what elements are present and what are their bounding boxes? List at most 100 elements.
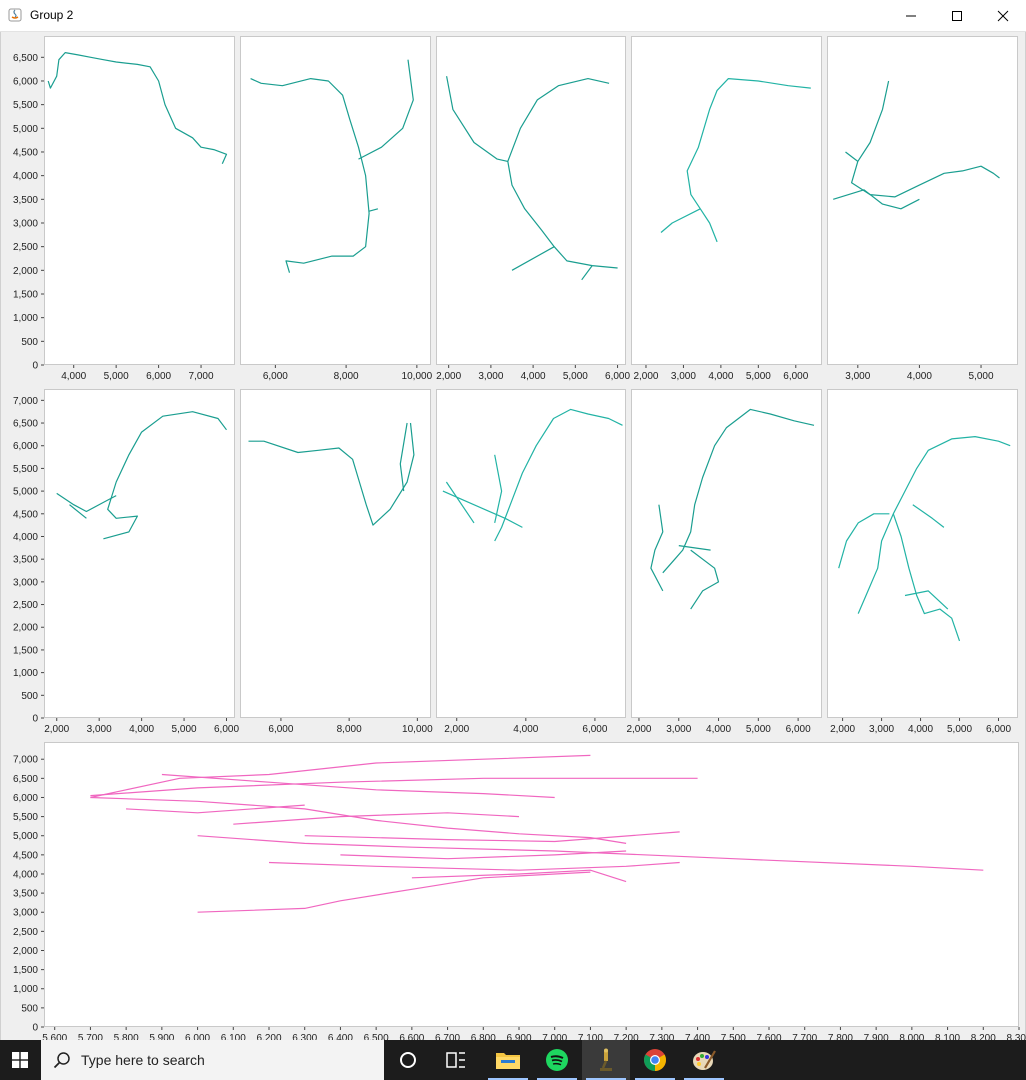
x-tick-label: 3,000: [478, 371, 503, 382]
x-tick-label: 3,000: [845, 371, 870, 382]
trajectory-line: [851, 80, 1000, 198]
x-tick-label: 4,000: [908, 724, 933, 735]
x-tick-label: 5,000: [563, 371, 588, 382]
x-tick-label: 7,000: [542, 1033, 567, 1040]
x-tick-label: 6,400: [328, 1033, 353, 1040]
x-tick-label: 5,000: [746, 724, 771, 735]
y-tick-label: 500: [21, 337, 38, 348]
start-button[interactable]: [0, 1040, 40, 1080]
chart-r1c5: 3,000 4,000 5,000: [833, 80, 1000, 382]
trajectory-line: [904, 590, 949, 610]
x-tick-label: 3,000: [666, 724, 691, 735]
x-tick-label: 2,000: [44, 724, 69, 735]
trajectory-line: [662, 408, 815, 574]
minimize-button[interactable]: [888, 0, 934, 31]
taskbar-chrome[interactable]: [631, 1040, 679, 1080]
task-view-button[interactable]: [432, 1040, 480, 1080]
trajectory-line: [511, 246, 555, 271]
x-tick-label: 6,000: [986, 724, 1011, 735]
trajectory-line: [857, 436, 1011, 614]
cortana-button[interactable]: [384, 1040, 432, 1080]
trajectory-line: [845, 151, 859, 162]
chart-r2c3: 2,000 4,000 6,000: [442, 408, 623, 735]
x-tick-label: 2,000: [436, 371, 461, 382]
trajectory-line: [248, 422, 415, 526]
x-tick-label: 6,000: [605, 371, 630, 382]
x-tick-label: 7,700: [792, 1033, 817, 1040]
trajectory-line: [197, 871, 591, 913]
y-tick-label: 2,000: [13, 266, 38, 277]
trajectory-line: [660, 208, 701, 233]
trajectory-line: [494, 408, 623, 542]
y-tick-label: 6,500: [13, 774, 38, 785]
x-tick-label: 4,000: [907, 371, 932, 382]
y-tick-label: 3,500: [13, 555, 38, 566]
x-tick-label: 6,200: [256, 1033, 281, 1040]
y-tick-label: 1,500: [13, 645, 38, 656]
x-tick-label: 4,000: [708, 371, 733, 382]
x-tick-label: 7,200: [614, 1033, 639, 1040]
y-tick-label: 7,000: [13, 755, 38, 766]
y-tick-label: 3,000: [13, 577, 38, 588]
y-tick-label: 4,000: [13, 532, 38, 543]
x-tick-label: 4,000: [61, 371, 86, 382]
taskbar-spotify[interactable]: [533, 1040, 581, 1080]
y-tick-label: 6,000: [13, 441, 38, 452]
taskbar-search-box[interactable]: Type here to search: [41, 1040, 384, 1080]
window-title: Group 2: [30, 8, 74, 22]
y-tick-label: 3,000: [13, 908, 38, 919]
chart-r1c2: 6,000 8,000 10,000: [250, 59, 433, 382]
trajectory-line: [233, 812, 520, 825]
microscope-app-icon: [600, 1048, 612, 1071]
chart-r2c5: 2,000 3,000 4,000 5,000 6,000: [830, 436, 1011, 735]
trajectory-line: [358, 59, 414, 160]
x-tick-label: 6,500: [364, 1033, 389, 1040]
x-tick-label: 7,300: [649, 1033, 674, 1040]
trajectory-line: [892, 513, 961, 642]
x-tick-label: 3,000: [87, 724, 112, 735]
trajectory-line: [368, 208, 379, 212]
maximize-button[interactable]: [934, 0, 980, 31]
x-tick-label: 5,800: [114, 1033, 139, 1040]
x-tick-label: 3,000: [869, 724, 894, 735]
x-tick-label: 10,000: [402, 371, 433, 382]
trajectory-line: [446, 76, 508, 162]
folder-icon: [496, 1053, 520, 1069]
x-tick-label: 8,000: [899, 1033, 924, 1040]
trajectory-line: [90, 796, 627, 844]
y-tick-label: 1,500: [13, 289, 38, 300]
x-tick-label: 6,600: [399, 1033, 424, 1040]
close-button[interactable]: [980, 0, 1026, 31]
trajectory-line: [304, 831, 680, 843]
taskbar-paint[interactable]: [680, 1040, 728, 1080]
search-icon: [53, 1052, 70, 1069]
y-tick-label: 5,000: [13, 831, 38, 842]
trajectory-line: [833, 189, 920, 210]
chart-r2c1: 0 500 1,000 1,500 2,000 2,500 3,000 3,500 4,000 4…: [13, 396, 239, 735]
minimize-icon: [906, 15, 916, 16]
x-tick-label: 8,100: [935, 1033, 960, 1040]
paint-palette-icon: [693, 1050, 716, 1070]
taskbar-file-explorer[interactable]: [484, 1040, 532, 1080]
trajectory-line: [507, 78, 618, 269]
windows-logo-icon: [12, 1052, 28, 1068]
x-tick-label: 8,300: [1006, 1033, 1026, 1040]
y-tick-label: 3,500: [13, 195, 38, 206]
y-tick-label: 6,000: [13, 793, 38, 804]
trajectory-line: [103, 411, 227, 540]
trajectory-line: [47, 52, 228, 165]
y-tick-label: 5,500: [13, 464, 38, 475]
chart-r2c2: 6,000 8,000 10,000: [248, 422, 433, 735]
y-tick-label: 5,500: [13, 812, 38, 823]
x-tick-label: 6,000: [214, 724, 239, 735]
y-tick-label: 2,000: [13, 623, 38, 634]
y-tick-label: 4,500: [13, 850, 38, 861]
x-tick-label: 7,000: [189, 371, 214, 382]
trajectory-line: [126, 804, 305, 814]
taskbar-java-app[interactable]: [582, 1040, 630, 1080]
maximize-icon: [952, 10, 962, 21]
x-tick-label: 2,000: [830, 724, 855, 735]
x-tick-label: 5,600: [42, 1033, 67, 1040]
x-tick-label: 5,000: [746, 371, 771, 382]
x-tick-label: 6,000: [268, 724, 293, 735]
